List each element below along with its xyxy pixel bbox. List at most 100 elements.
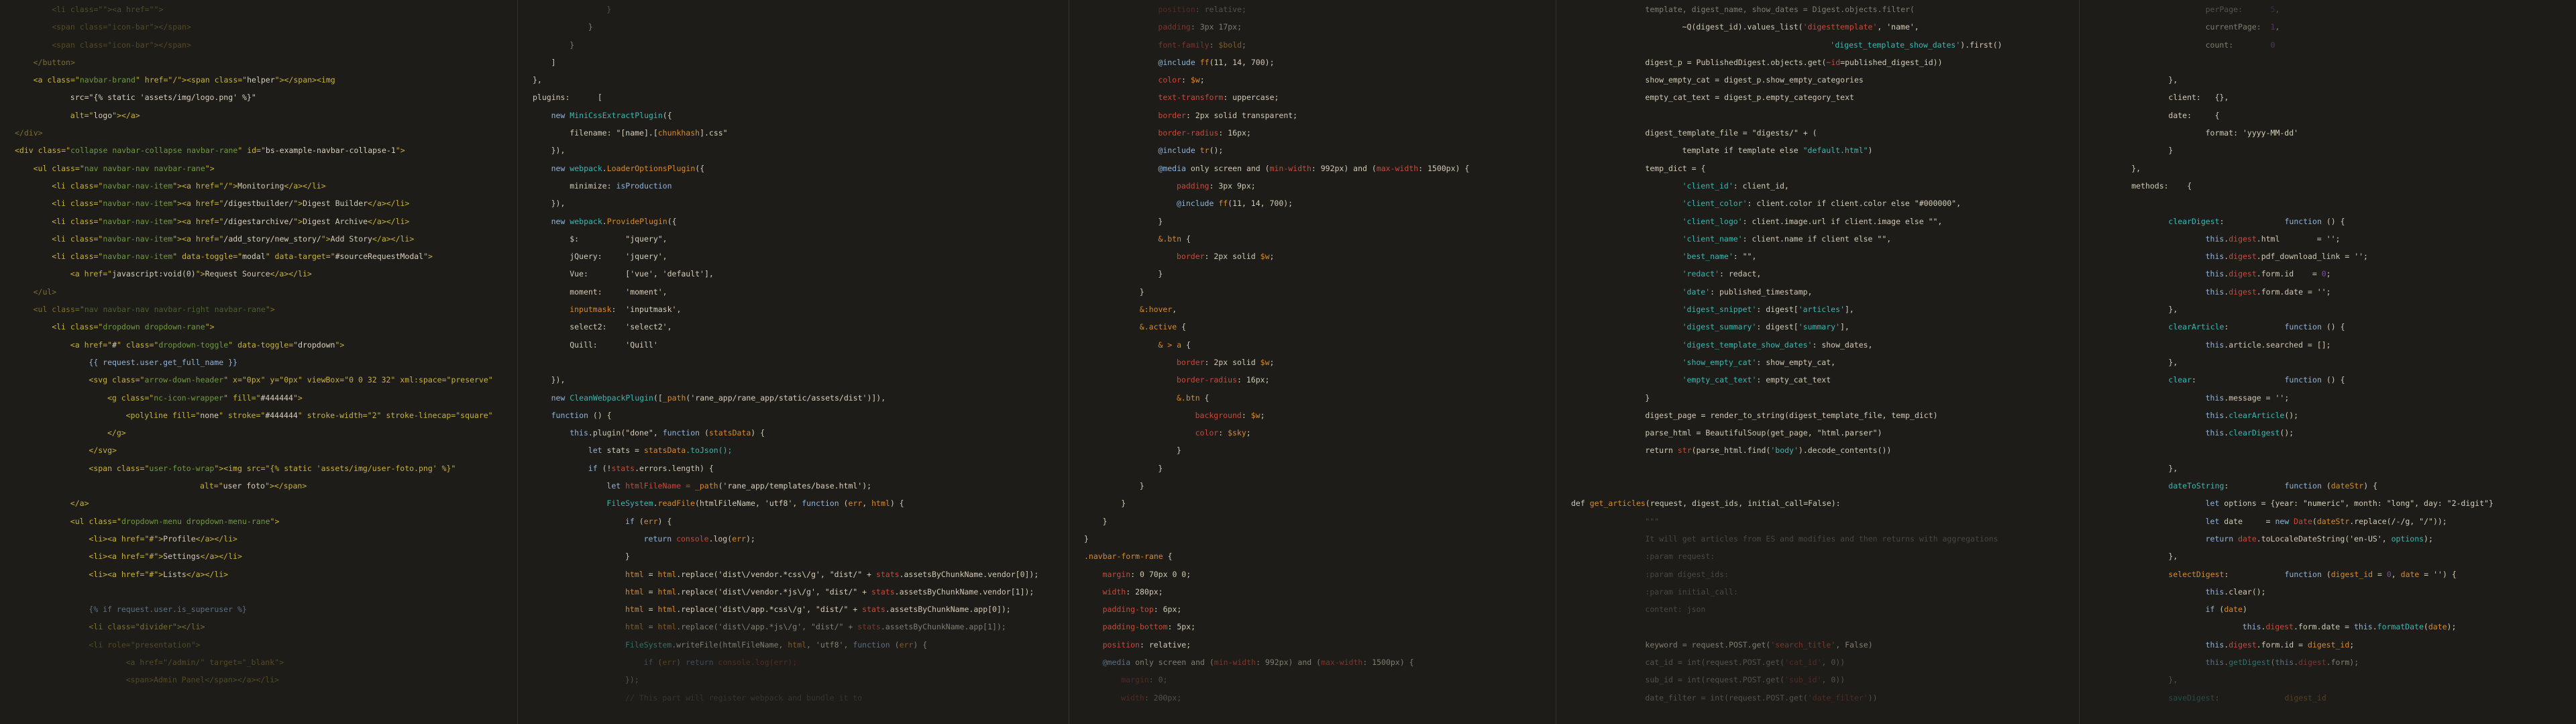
code-line[interactable]: $: "jquery",: [533, 230, 1069, 248]
code-line[interactable]: <ul class="nav navbar-nav navbar-right n…: [15, 301, 517, 318]
code-line[interactable]: new CleanWebpackPlugin([_path('rane_app/…: [533, 389, 1069, 407]
code-area[interactable]: <li class=""><a href=""> <span class="ico…: [15, 1, 517, 689]
code-line[interactable]: this.digest.html = '';: [2094, 230, 2576, 248]
code-line[interactable]: let date = new Date(dateStr.replace(/-/g…: [2094, 513, 2576, 530]
code-line[interactable]: <li class="navbar-nav-item"><a href="/ad…: [15, 230, 517, 248]
code-line[interactable]: return str(parse_html.find('body').decod…: [1571, 442, 2079, 459]
code-line[interactable]: }: [1571, 389, 2079, 407]
code-line[interactable]: 'show_empty_cat': show_empty_cat,: [1571, 354, 2079, 371]
code-line[interactable]: jQuery: 'jquery',: [533, 248, 1069, 265]
code-line[interactable]: }),: [533, 195, 1069, 212]
code-line[interactable]: @media only screen and (min-width: 992px…: [1084, 160, 1556, 177]
code-line[interactable]: },: [2094, 301, 2576, 318]
code-line[interactable]: },: [2094, 548, 2576, 565]
code-line[interactable]: src="{% static 'assets/img/logo.png' %}": [15, 89, 517, 106]
code-line[interactable]: 'client_name': client.name if client els…: [1571, 230, 2079, 248]
code-area[interactable]: }}}]}, plugins: [new MiniCssExtractPlugin…: [533, 1, 1069, 707]
code-line[interactable]: }: [533, 548, 1069, 565]
code-line[interactable]: temp_dict = {: [1571, 160, 2079, 177]
code-line[interactable]: },: [533, 71, 1069, 89]
code-area[interactable]: position: relative; padding: 3px 17px; fon…: [1084, 1, 1556, 707]
code-line[interactable]: }),: [533, 142, 1069, 159]
code-line[interactable]: perPage: 5,: [2094, 1, 2576, 18]
code-line[interactable]: <li class="navbar-nav-item"><a href="/di…: [15, 213, 517, 230]
code-line[interactable]: 'digest_template_show_dates': show_dates…: [1571, 336, 2079, 354]
code-line[interactable]: minimize: isProduction: [533, 177, 1069, 195]
code-line[interactable]: format: 'yyyy-MM-dd': [2094, 124, 2576, 142]
code-line[interactable]: return date.toLocaleDateString('en-US', …: [2094, 530, 2576, 548]
code-line[interactable]: date_filter = int(request.POST.get('date…: [1571, 689, 2079, 707]
code-line[interactable]: }: [1084, 495, 1556, 512]
code-line[interactable]: show_empty_cat = digest_p.show_empty_cat…: [1571, 71, 2079, 89]
code-line[interactable]: selectDigest: function (digest_id = 0, d…: [2094, 566, 2576, 583]
code-line[interactable]: margin: 0;: [1084, 671, 1556, 688]
code-line[interactable]: if (!stats.errors.length) {: [533, 460, 1069, 477]
code-line[interactable]: &.active {: [1084, 318, 1556, 335]
code-line[interactable]: 'redact': redact,: [1571, 265, 2079, 282]
code-line[interactable]: }: [1084, 283, 1556, 301]
code-line[interactable]: },: [2094, 160, 2576, 177]
code-line[interactable]: this.message = '';: [2094, 389, 2576, 407]
code-line[interactable]: this.digest.form.date = '';: [2094, 283, 2576, 301]
code-line[interactable]: width: 200px;: [1084, 689, 1556, 707]
code-line[interactable]: padding: 3px 17px;: [1084, 18, 1556, 36]
code-line[interactable]: this.clear();: [2094, 583, 2576, 601]
code-line[interactable]: content: json: [1571, 601, 2079, 618]
code-line[interactable]: <li class="divider"></li>: [15, 618, 517, 635]
code-line[interactable]: <span class="icon-bar"></span>: [15, 18, 517, 36]
code-line[interactable]: padding: 3px 9px;: [1084, 177, 1556, 195]
code-line[interactable]: """: [1571, 513, 2079, 530]
code-line[interactable]: <li class="navbar-nav-item" data-toggle=…: [15, 248, 517, 265]
code-line[interactable]: <div class="collapse navbar-collapse nav…: [15, 142, 517, 159]
code-line[interactable]: margin: 0 70px 0 0;: [1084, 566, 1556, 583]
code-line[interactable]: keyword = request.POST.get('search_title…: [1571, 636, 2079, 654]
code-line[interactable]: saveDigest: digest_id: [2094, 689, 2576, 707]
code-line[interactable]: &.btn {: [1084, 230, 1556, 248]
code-line[interactable]: },: [2094, 71, 2576, 89]
code-line[interactable]: <g class="nc-icon-wrapper" fill="#444444…: [15, 389, 517, 407]
code-line[interactable]: </div>: [15, 124, 517, 142]
code-line[interactable]: }: [1084, 513, 1556, 530]
code-line[interactable]: sub_id = int(request.POST.get('sub_id', …: [1571, 671, 2079, 688]
code-line[interactable]: position: relative;: [1084, 636, 1556, 654]
code-line[interactable]: cat_id = int(request.POST.get('cat_id', …: [1571, 654, 2079, 671]
code-line[interactable]: html = html.replace('dist\/app.*js\/g', …: [533, 618, 1069, 635]
code-line[interactable]: </g>: [15, 424, 517, 442]
code-line[interactable]: <span class="icon-bar"></span>: [15, 36, 517, 54]
code-line[interactable]: [1571, 477, 2079, 495]
code-line[interactable]: [1571, 107, 2079, 124]
code-line[interactable]: let options = {year: "numeric", month: "…: [2094, 495, 2576, 512]
pane-vue-component[interactable]: perPage: 5, currentPage: 1, count: 0}, clie…: [2080, 0, 2576, 724]
code-line[interactable]: {{ request.user.get_full_name }}: [15, 354, 517, 371]
code-line[interactable]: border: 2px solid transparent;: [1084, 107, 1556, 124]
code-line[interactable]: new MiniCssExtractPlugin({: [533, 107, 1069, 124]
code-line[interactable]: ]: [533, 54, 1069, 71]
code-line[interactable]: clearDigest: function () {: [2094, 213, 2576, 230]
code-line[interactable]: inputmask: 'inputmask',: [533, 301, 1069, 318]
code-line[interactable]: <li class="dropdown dropdown-rane">: [15, 318, 517, 335]
code-line[interactable]: let htmlFileName = _path('rane_app/templ…: [533, 477, 1069, 495]
code-line[interactable]: });: [533, 671, 1069, 688]
code-line[interactable]: }: [1084, 530, 1556, 548]
code-area[interactable]: perPage: 5, currentPage: 1, count: 0}, clie…: [2094, 1, 2576, 707]
code-line[interactable]: client: {},: [2094, 89, 2576, 106]
pane-base-html-template[interactable]: <li class=""><a href=""> <span class="ico…: [0, 0, 518, 724]
code-line[interactable]: <li class="navbar-nav-item"><a href="/">…: [15, 177, 517, 195]
code-line[interactable]: <span class="user-foto-wrap"><img src="{…: [15, 460, 517, 477]
code-line[interactable]: 'digest_snippet': digest['articles'],: [1571, 301, 2079, 318]
code-line[interactable]: @include ff(11, 14, 700);: [1084, 54, 1556, 71]
code-line[interactable]: font-family: $bold;: [1084, 36, 1556, 54]
code-line[interactable]: this.digest.form.date = this.formatDate(…: [2094, 618, 2576, 635]
code-line[interactable]: }: [533, 18, 1069, 36]
code-line[interactable]: }: [533, 36, 1069, 54]
code-line[interactable]: <li><a href="#">Lists</a></li>: [15, 566, 517, 583]
code-line[interactable]: 'date': published_timestamp,: [1571, 283, 2079, 301]
code-area[interactable]: template, digest_name, show_dates = Dige…: [1571, 1, 2079, 707]
code-line[interactable]: @media only screen and (min-width: 992px…: [1084, 654, 1556, 671]
code-line[interactable]: {% if request.user.is_superuser %}: [15, 601, 517, 618]
code-line[interactable]: this.digest.pdf_download_link = '';: [2094, 248, 2576, 265]
code-line[interactable]: <span>Admin Panel</span></a></li>: [15, 671, 517, 688]
code-line[interactable]: <li><a href="#">Profile</a></li>: [15, 530, 517, 548]
code-line[interactable]: alt="user foto"></span>: [15, 477, 517, 495]
code-line[interactable]: Vue: ['vue', 'default'],: [533, 265, 1069, 282]
